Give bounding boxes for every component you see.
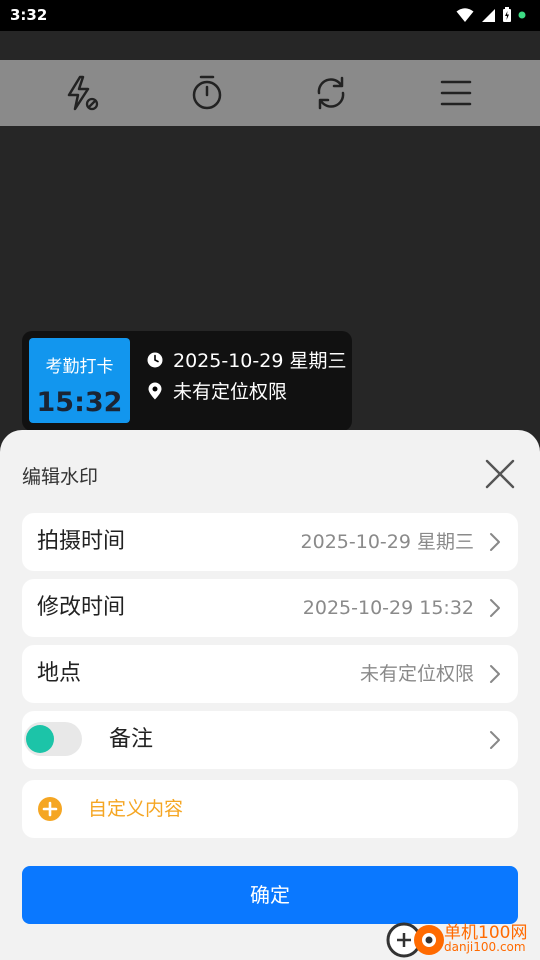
menu-button[interactable] — [436, 73, 476, 113]
status-bar: 3:32 — [0, 0, 540, 31]
custom-content-label: 自定义内容 — [88, 798, 184, 820]
site-logo-icon — [386, 922, 444, 958]
sheet-title: 编辑水印 — [22, 466, 99, 488]
watermark-badge: 考勤打卡 15:32 — [29, 338, 130, 423]
wifi-icon — [456, 7, 474, 22]
row-value: 未有定位权限 — [359, 663, 474, 685]
watermark-location: 未有定位权限 — [173, 381, 288, 403]
chevron-right-icon — [490, 731, 500, 749]
top-spacer — [0, 31, 540, 60]
row-location[interactable]: 地点 未有定位权限 — [22, 645, 518, 703]
chevron-right-icon — [490, 599, 500, 617]
watermark-badge-title: 考勤打卡 — [45, 357, 114, 377]
note-toggle[interactable] — [24, 722, 82, 756]
status-time: 3:32 — [10, 6, 48, 24]
menu-icon — [440, 80, 472, 106]
switch-camera-icon — [317, 76, 345, 110]
toggle-knob — [26, 725, 54, 753]
status-icons — [456, 7, 526, 23]
chevron-right-icon — [490, 533, 500, 551]
row-value: 2025-10-29 15:32 — [302, 597, 474, 619]
row-label: 备注 — [109, 727, 154, 752]
site-url: danji100.com — [444, 940, 526, 954]
camera-toolbar — [0, 60, 540, 126]
switch-camera-button[interactable] — [311, 73, 351, 113]
flash-off-icon — [67, 75, 99, 111]
close-button[interactable] — [482, 456, 518, 492]
add-custom-content-row[interactable]: 自定义内容 — [22, 780, 518, 838]
timer-button[interactable] — [187, 73, 227, 113]
close-icon — [485, 459, 515, 489]
row-label: 修改时间 — [37, 595, 126, 620]
flash-off-button[interactable] — [62, 73, 102, 113]
location-pin-icon — [148, 382, 162, 399]
row-label: 地点 — [37, 661, 82, 686]
watermark-preview[interactable]: 考勤打卡 15:32 2025-10-29 星期三 未有定位权限 — [22, 331, 352, 431]
signal-icon — [482, 8, 495, 22]
clock-icon — [147, 352, 163, 367]
watermark-badge-time: 15:32 — [36, 387, 123, 418]
row-modify-time[interactable]: 修改时间 2025-10-29 15:32 — [22, 579, 518, 637]
row-capture-time[interactable]: 拍摄时间 2025-10-29 星期三 — [22, 513, 518, 571]
battery-icon — [503, 7, 511, 22]
row-label: 拍摄时间 — [37, 529, 126, 554]
row-value: 2025-10-29 星期三 — [300, 531, 474, 553]
chevron-right-icon — [490, 665, 500, 683]
watermark-location-line: 未有定位权限 — [147, 377, 287, 404]
row-note[interactable]: 备注 — [22, 711, 518, 769]
site-watermark: 单机100网 danji100.com — [386, 916, 538, 960]
timer-icon — [192, 75, 222, 110]
watermark-datetime: 2025-10-29 星期三 — [173, 350, 347, 372]
notification-dot-icon — [518, 11, 526, 19]
watermark-datetime-line: 2025-10-29 星期三 — [147, 346, 346, 373]
add-circle-icon — [38, 797, 62, 821]
